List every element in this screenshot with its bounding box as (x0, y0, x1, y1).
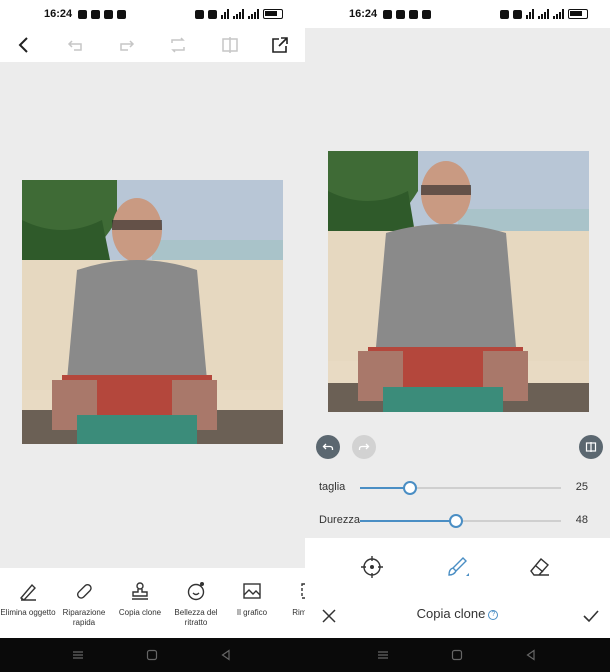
hardness-slider-label: Durezza (319, 514, 360, 526)
home-nav-icon[interactable] (146, 649, 158, 661)
hardness-slider-fill (360, 520, 456, 522)
tool-strip: Elimina oggetto Riparazione rapida Copia… (0, 568, 305, 638)
status-time: 16:24 (44, 8, 73, 20)
system-nav-bar (305, 638, 610, 672)
wifi-icon (526, 9, 534, 19)
undo-icon[interactable] (66, 35, 86, 55)
tool-title-text: Copia clone (416, 606, 486, 621)
mail-icon (104, 9, 114, 19)
undo-icon (322, 443, 334, 450)
stamp-icon (132, 582, 148, 600)
back-nav-icon[interactable] (525, 649, 537, 661)
menu-nav-icon[interactable] (377, 649, 389, 661)
tool-bellezza-ritratto[interactable]: Bellezza del ritratto (168, 580, 224, 638)
crosshair-icon[interactable] (359, 554, 385, 580)
check-icon[interactable] (581, 606, 601, 626)
face-beauty-icon (187, 582, 205, 601)
status-bar: 16:24 (0, 0, 305, 28)
alarm-icon (208, 9, 217, 19)
notification-icons (78, 9, 127, 19)
back-nav-icon[interactable] (220, 649, 232, 661)
eraser-pen-icon (19, 583, 36, 601)
redo-icon[interactable] (116, 35, 136, 55)
crop-icon (301, 583, 305, 599)
eraser-icon[interactable] (527, 554, 553, 580)
size-slider-label: taglia (319, 481, 346, 493)
signal-icon-2 (248, 9, 259, 19)
clone-canvas-photo[interactable] (328, 151, 589, 412)
hardness-slider-row: Durezza 48 (305, 505, 610, 538)
hardness-slider-value: 48 (575, 514, 588, 526)
tool-riparazione-rapida[interactable]: Riparazione rapida (56, 580, 112, 638)
redo-icon (358, 443, 370, 450)
tool-label: Bellezza del ritratto (174, 608, 218, 627)
left-screen: 16:24 Elimina oggetto Riparazione rapida… (0, 0, 305, 672)
tool-copia-clone[interactable]: Copia clone (112, 580, 168, 638)
notification-icons (383, 9, 432, 19)
youtube-icon (78, 9, 88, 19)
image-icon (243, 583, 261, 599)
undo-button[interactable] (316, 435, 340, 459)
battery-icon (263, 9, 283, 19)
tool-elimina-oggetto[interactable]: Elimina oggetto (0, 580, 56, 638)
tool-title: Copia clone? (305, 606, 610, 621)
hardness-slider[interactable] (360, 514, 561, 528)
signal-icon (538, 9, 549, 19)
brush-icon[interactable] (444, 554, 470, 580)
compare-icon[interactable] (220, 35, 240, 55)
status-bar: 16:24 (305, 0, 610, 28)
tool-label: Il grafico (236, 608, 268, 617)
twitter-icon (422, 9, 432, 19)
clone-mode-bar (305, 538, 610, 596)
system-nav-bar (0, 638, 305, 672)
brush-sliders: taglia 25 Durezza 48 (305, 472, 610, 538)
size-slider-row: taglia 25 (305, 472, 610, 505)
mail-icon (409, 9, 419, 19)
tool-il-grafico[interactable]: Il grafico (224, 580, 280, 638)
app-notification-icon (396, 9, 406, 19)
right-screen: 16:24 taglia 25 Durezza 48 Copia clone ? (305, 0, 610, 672)
signal-icon (233, 9, 244, 19)
compare-icon (585, 442, 597, 452)
editor-toolbar (0, 28, 305, 62)
redo-button[interactable] (352, 435, 376, 459)
size-slider-thumb[interactable] (403, 481, 417, 495)
system-icons (500, 9, 588, 19)
tool-rimuovi-sfondo[interactable]: Rim sfon (280, 580, 305, 638)
hardness-slider-thumb[interactable] (449, 514, 463, 528)
app-notification-icon (91, 9, 101, 19)
history-controls (305, 435, 610, 461)
nfc-icon (195, 9, 204, 19)
battery-icon (568, 9, 588, 19)
help-icon[interactable]: ? (488, 610, 499, 620)
youtube-icon (383, 9, 393, 19)
back-icon[interactable] (14, 35, 34, 55)
repeat-icon[interactable] (168, 35, 188, 55)
signal-icon-2 (553, 9, 564, 19)
tool-label: Rim sfon (292, 608, 305, 617)
system-icons (195, 9, 283, 19)
nfc-icon (500, 9, 509, 19)
size-slider[interactable] (360, 481, 561, 495)
menu-nav-icon[interactable] (72, 649, 84, 661)
tool-label: Riparazione rapida (62, 608, 106, 627)
confirm-bar: Copia clone? (305, 596, 610, 638)
twitter-icon (117, 9, 127, 19)
tool-label: Elimina oggetto (0, 608, 56, 617)
status-time: 16:24 (349, 8, 378, 20)
tool-label: Copia clone (118, 608, 162, 617)
alarm-icon (513, 9, 522, 19)
home-nav-icon[interactable] (451, 649, 463, 661)
bandage-icon (76, 583, 92, 599)
edited-photo[interactable] (22, 180, 283, 444)
wifi-icon (221, 9, 229, 19)
share-icon[interactable] (270, 35, 290, 55)
compare-button[interactable] (579, 435, 603, 459)
size-slider-value: 25 (575, 481, 588, 493)
